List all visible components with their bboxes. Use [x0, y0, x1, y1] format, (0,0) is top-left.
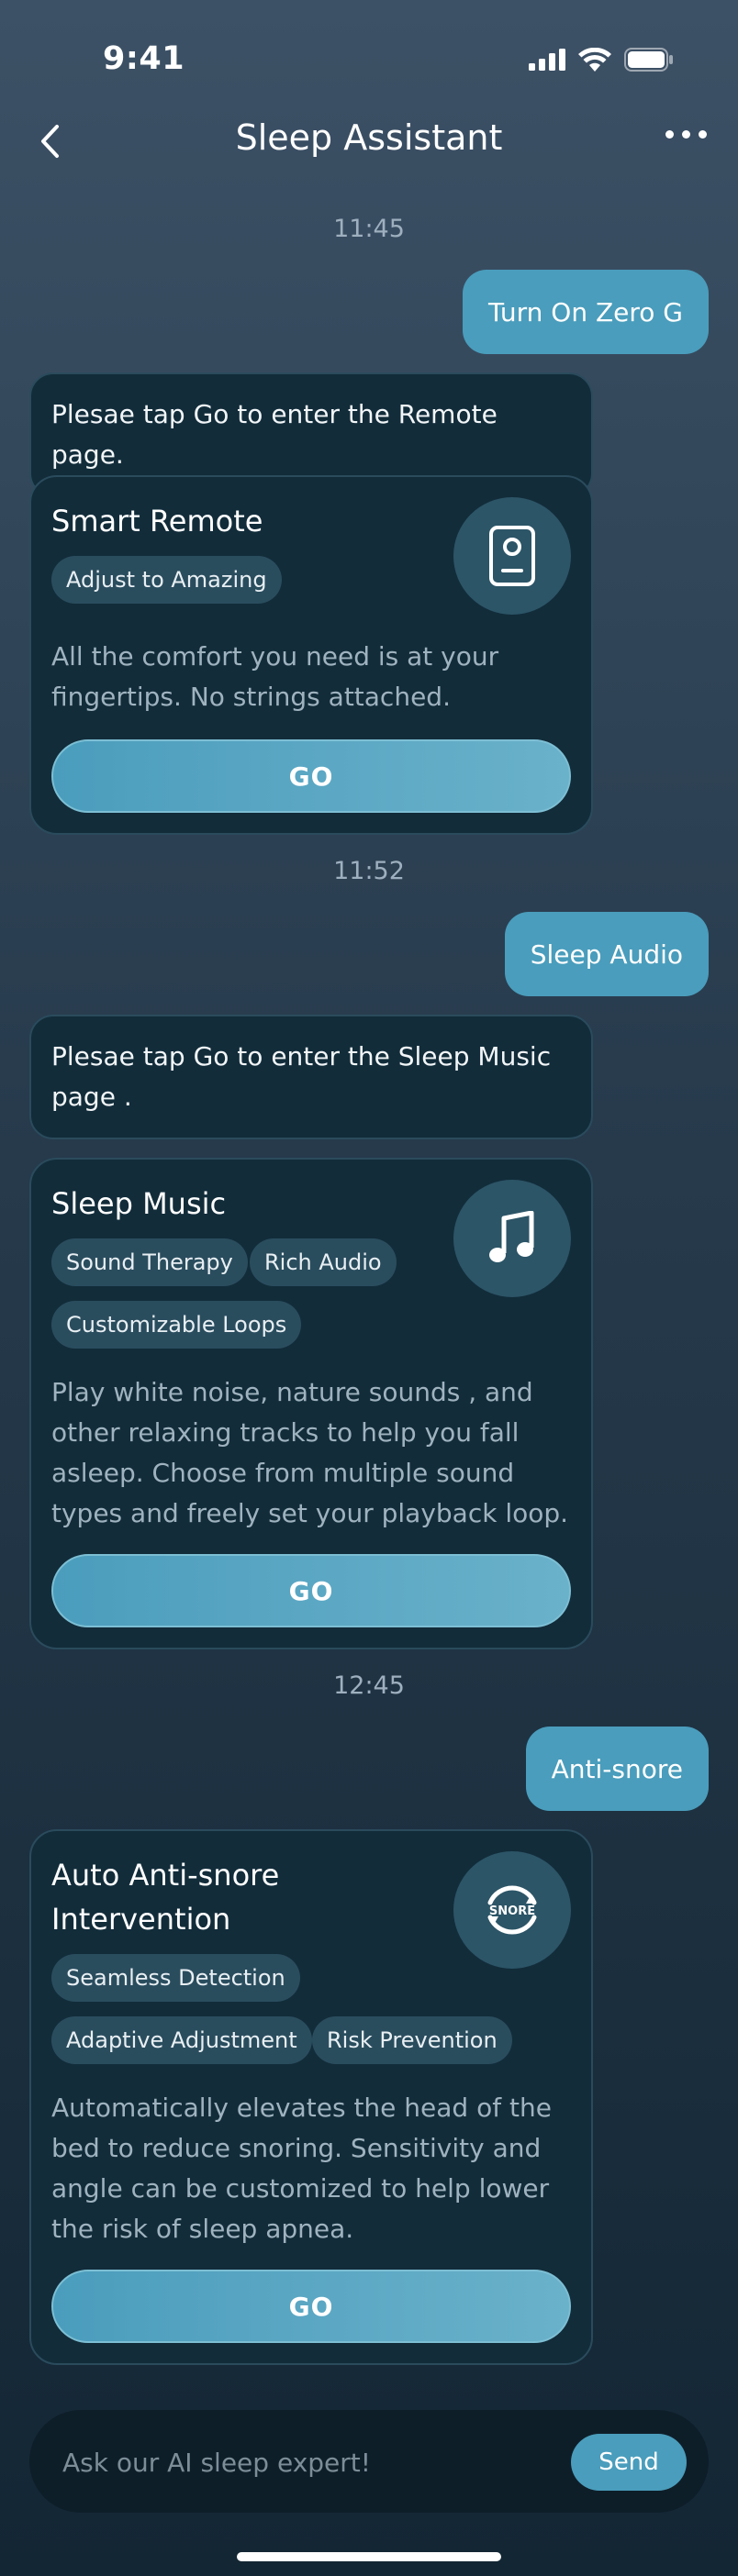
feature-tag: Risk Prevention	[312, 2016, 512, 2064]
go-button[interactable]: GO	[51, 2270, 571, 2343]
remote-icon-glyph	[489, 526, 535, 586]
feature-tag: Seamless Detection	[51, 1954, 300, 2002]
bot-message-bubble: Plesae tap Go to enter the Sleep Music p…	[29, 1015, 593, 1139]
feature-tag: Rich Audio	[250, 1238, 397, 1286]
card-title: Auto Anti-snore Intervention	[51, 1858, 280, 1937]
snore-icon-text: SNORE	[489, 1904, 535, 1918]
more-dot-icon	[665, 130, 674, 139]
card-title: Smart Remote	[51, 504, 263, 539]
feature-tag: Sound Therapy	[51, 1238, 248, 1286]
status-icons	[529, 48, 674, 72]
message-timestamp: 11:52	[333, 857, 405, 885]
user-message-bubble: Anti-snore	[525, 1727, 709, 1811]
home-indicator	[237, 2552, 501, 2561]
snore-icon-glyph: SNORE	[487, 1885, 537, 1935]
chat-composer: Send	[29, 2410, 709, 2515]
send-button[interactable]: Send	[571, 2434, 687, 2491]
feature-tag: Adjust to Amazing	[51, 556, 282, 604]
feature-card-smart-remote: Smart Remote Adjust to Amazing All the c…	[29, 475, 593, 835]
battery-icon	[624, 48, 673, 72]
snore-icon: SNORE	[453, 1851, 571, 1969]
music-note-icon	[453, 1180, 571, 1297]
more-dot-icon	[699, 130, 707, 139]
feature-card-anti-snore: Auto Anti-snore Intervention SNORE Seaml…	[29, 1829, 593, 2365]
card-description: Automatically elevates the head of the b…	[51, 2093, 552, 2244]
feature-tag: Customizable Loops	[51, 1301, 302, 1349]
go-button[interactable]: GO	[51, 739, 571, 813]
message-timestamp: 11:45	[333, 215, 405, 243]
card-description: Play white noise, nature sounds , and ot…	[51, 1377, 569, 1528]
user-message-bubble: Sleep Audio	[504, 912, 709, 996]
more-options-button[interactable]	[665, 130, 707, 139]
card-title: Sleep Music	[51, 1186, 227, 1221]
more-dot-icon	[682, 130, 690, 139]
cellular-signal-icon	[529, 49, 565, 71]
feature-card-sleep-music: Sleep Music Sound Therapy Rich Audio Cus…	[29, 1158, 593, 1649]
page-title: Sleep Assistant	[235, 117, 503, 158]
card-description: All the comfort you need is at your fing…	[51, 641, 499, 712]
chat-input[interactable]	[61, 2410, 560, 2515]
wifi-icon	[578, 48, 611, 72]
message-timestamp: 12:45	[333, 1671, 405, 1700]
music-note-icon-glyph	[489, 1211, 534, 1262]
user-message-bubble: Turn On Zero G	[463, 270, 709, 354]
feature-tag: Adaptive Adjustment	[51, 2016, 312, 2064]
status-time: 9:41	[103, 40, 185, 77]
go-button[interactable]: GO	[51, 1554, 571, 1627]
remote-icon	[453, 497, 571, 615]
